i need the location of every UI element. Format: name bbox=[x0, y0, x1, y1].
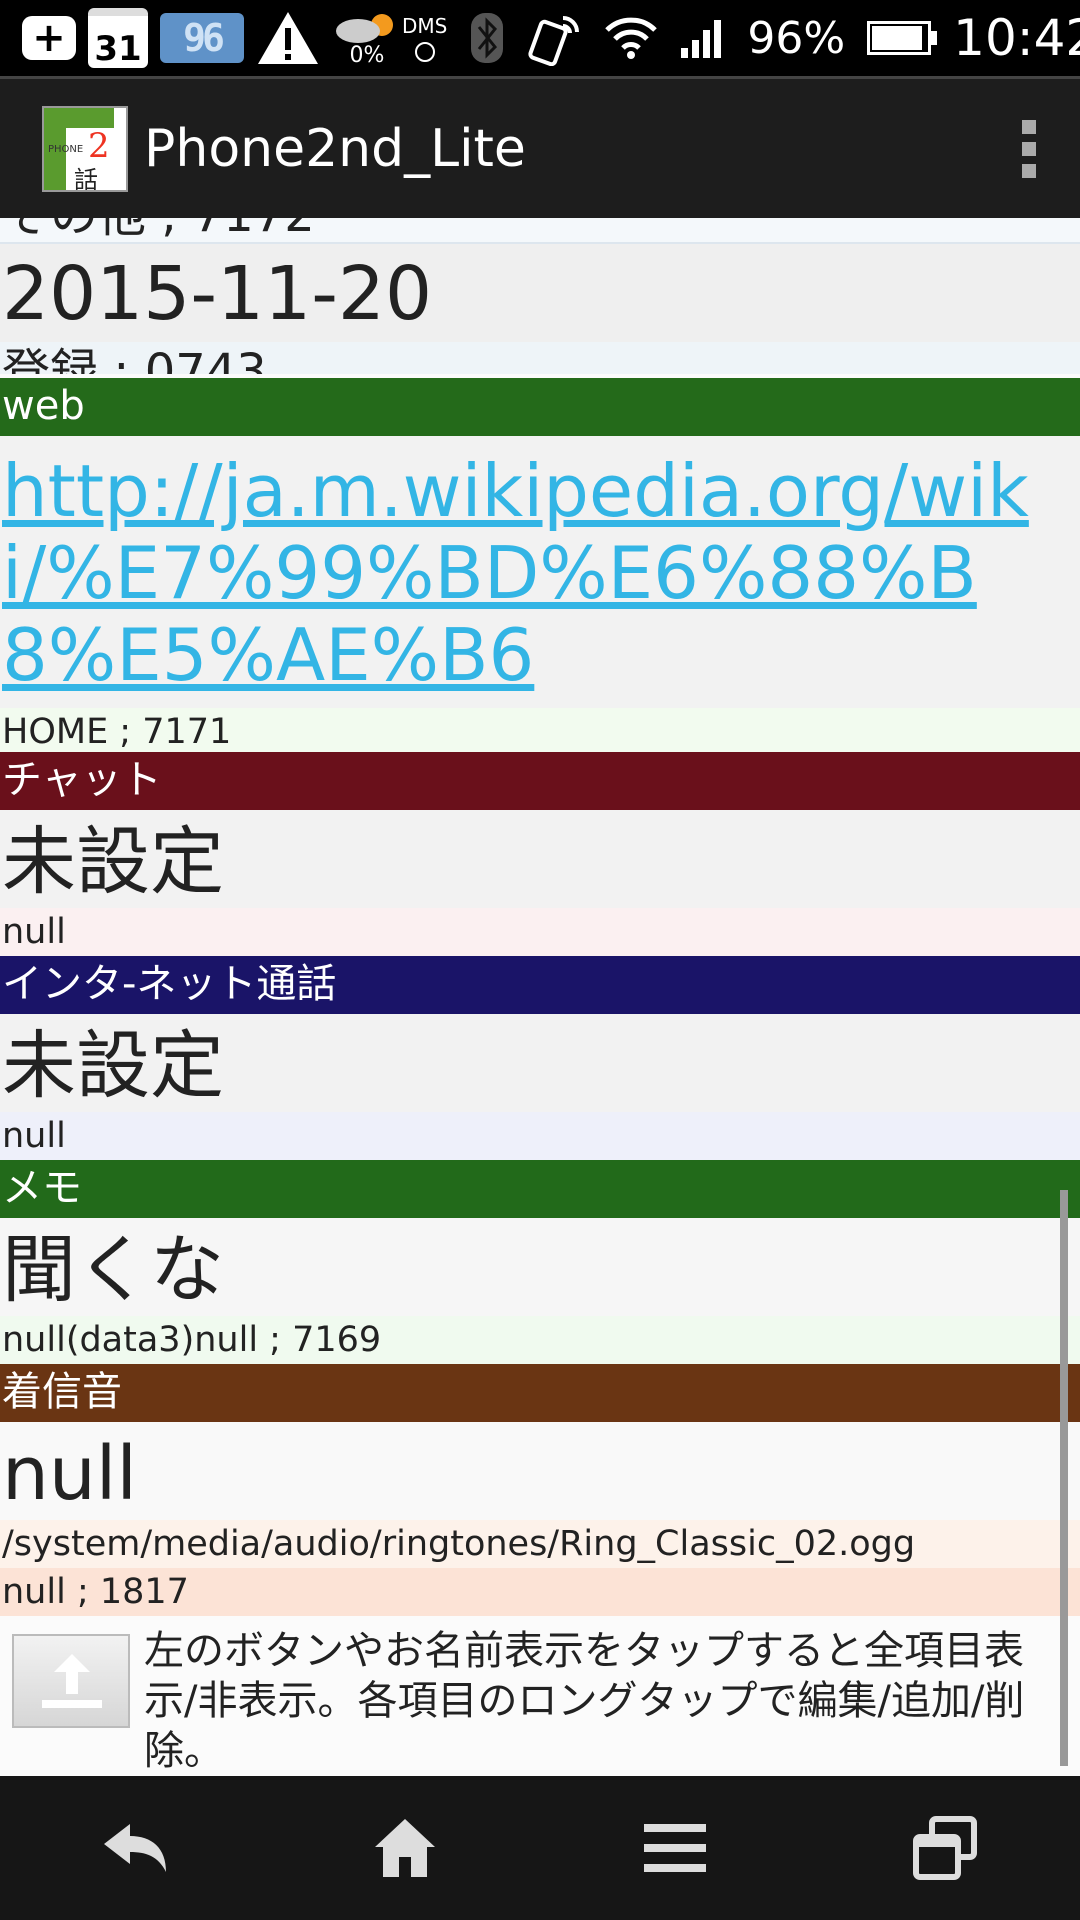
status-bar: + 31 96 0% DMS 96% 10:4 bbox=[0, 0, 1080, 76]
home-icon bbox=[375, 1819, 435, 1877]
dms-icon: DMS bbox=[402, 14, 447, 62]
menu-button[interactable] bbox=[615, 1798, 735, 1898]
memo-sub: null(data3)null ; 7169 bbox=[0, 1316, 1080, 1364]
ringtone-sub: null ; 1817 bbox=[0, 1568, 1080, 1616]
dms-label: DMS bbox=[402, 14, 448, 38]
plus-icon: + bbox=[22, 16, 76, 60]
menu-icon bbox=[644, 1824, 706, 1872]
section-header-chat[interactable]: チャット bbox=[0, 752, 1080, 810]
battery-widget-icon: 96 bbox=[160, 13, 244, 63]
app-logo: 2 PHONE 話 bbox=[42, 105, 128, 192]
web-link[interactable]: http://ja.m.wikipedia.org/wiki/%E7%99%BD… bbox=[0, 436, 1080, 708]
partial-row-top: その他 ; 7172 bbox=[0, 218, 1080, 244]
help-message: 左のボタンやお名前表示をタップすると全項目表示/非表示。各項目のロングタップで編… bbox=[144, 1628, 1025, 1774]
chat-sub: null bbox=[0, 908, 1080, 956]
battery-percent: 96% bbox=[747, 12, 846, 64]
recent-apps-button[interactable] bbox=[885, 1798, 1005, 1898]
bluetooth-icon bbox=[471, 13, 504, 63]
app-title: Phone2nd_Lite bbox=[144, 118, 526, 179]
upload-icon bbox=[54, 1654, 90, 1672]
internet-call-sub: null bbox=[0, 1112, 1080, 1160]
toggle-all-button[interactable] bbox=[12, 1634, 130, 1728]
date-sub: 登録 ; 0743 bbox=[0, 342, 1080, 374]
clock: 10:42 bbox=[953, 9, 1080, 67]
battery-icon bbox=[867, 21, 938, 55]
signal-icon bbox=[681, 20, 722, 58]
warning-icon bbox=[258, 12, 318, 64]
chat-value[interactable]: 未設定 bbox=[0, 810, 1080, 908]
section-header-web[interactable]: web bbox=[0, 378, 1080, 436]
weather-icon: 0% bbox=[332, 9, 402, 68]
web-sub: HOME ; 7171 bbox=[0, 708, 1080, 756]
date-value[interactable]: 2015-11-20 bbox=[0, 244, 1080, 342]
overflow-menu-icon[interactable] bbox=[1022, 119, 1036, 178]
nfc-icon bbox=[528, 16, 580, 66]
ringtone-path: /system/media/audio/ringtones/Ring_Class… bbox=[0, 1520, 1080, 1568]
section-header-ringtone[interactable]: 着信音 bbox=[0, 1364, 1080, 1422]
calendar-icon: 31 bbox=[88, 8, 148, 69]
weather-percent: 0% bbox=[349, 42, 385, 68]
navigation-bar bbox=[0, 1776, 1080, 1920]
home-button[interactable] bbox=[345, 1798, 465, 1898]
memo-value[interactable]: 聞くな bbox=[0, 1218, 1080, 1316]
action-bar: 2 PHONE 話 Phone2nd_Lite bbox=[0, 76, 1080, 218]
recent-apps-icon bbox=[913, 1816, 977, 1880]
ringtone-value[interactable]: null bbox=[0, 1422, 1080, 1520]
back-icon bbox=[104, 1824, 166, 1872]
internet-call-value[interactable]: 未設定 bbox=[0, 1014, 1080, 1112]
back-button[interactable] bbox=[75, 1798, 195, 1898]
section-header-memo[interactable]: メモ bbox=[0, 1160, 1080, 1218]
wifi-icon bbox=[605, 17, 658, 59]
contact-detail-list[interactable]: その他 ; 7172 2015-11-20 登録 ; 0743 web http… bbox=[0, 218, 1080, 1776]
section-header-internet-call[interactable]: インタ-ネット通話 bbox=[0, 956, 1080, 1014]
